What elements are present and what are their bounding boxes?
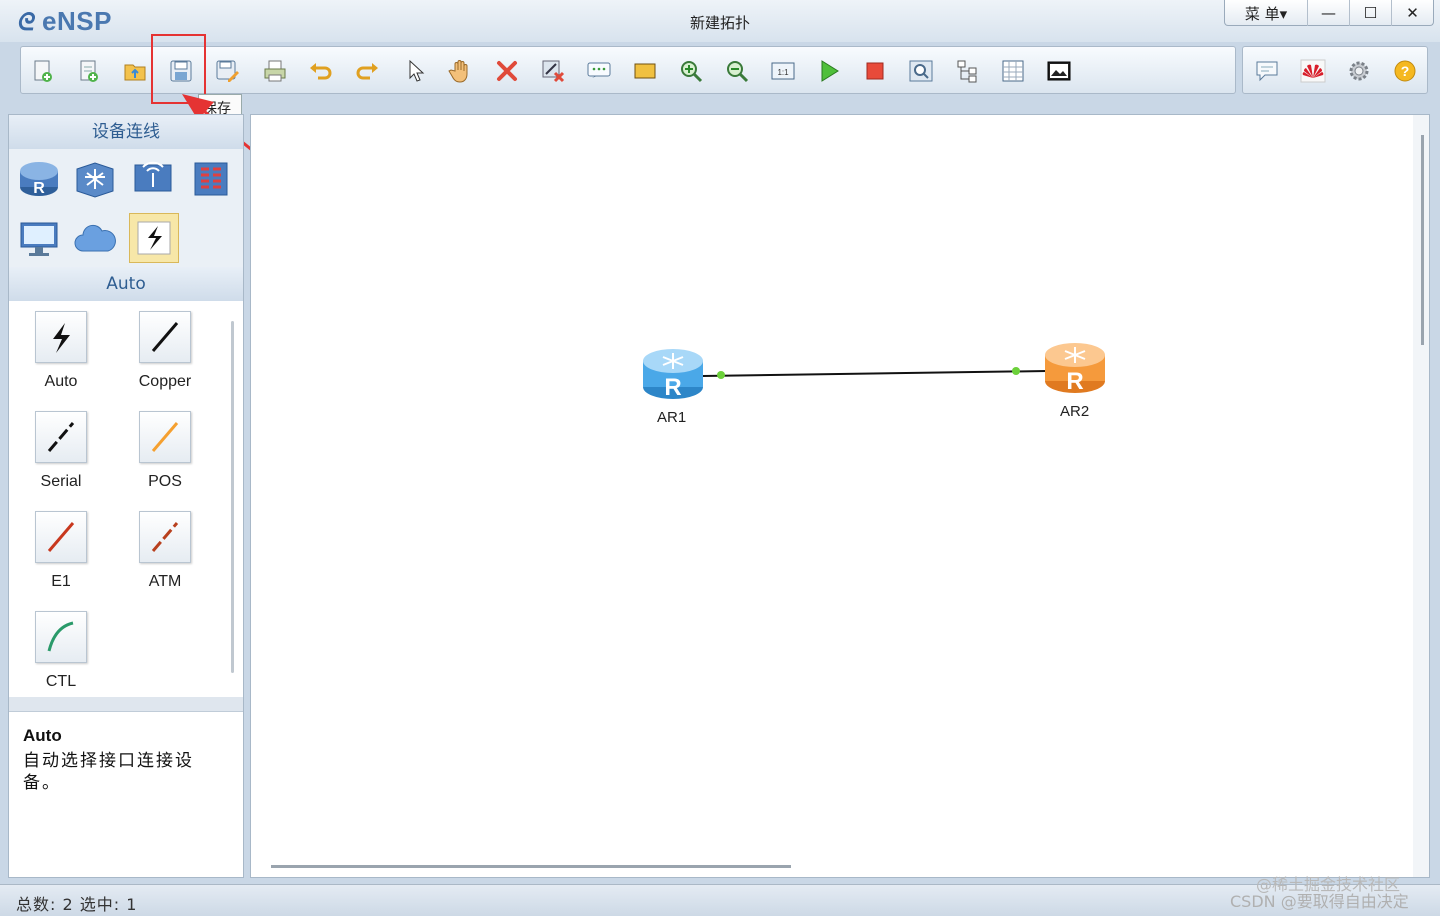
zoom-out-icon[interactable] xyxy=(723,57,751,85)
status-bar: 总数: 2 选中: 1 xyxy=(0,884,1440,916)
serial-cable-icon xyxy=(35,411,87,463)
auto-cable-icon xyxy=(35,311,87,363)
device-section-header: 设备连线 xyxy=(9,115,243,149)
topology-canvas[interactable]: R AR1 R AR2 xyxy=(250,114,1430,878)
description-title: Auto xyxy=(23,726,62,745)
cable-label: Auto xyxy=(44,373,78,390)
wireless-category-icon[interactable] xyxy=(129,155,177,203)
cable-label: E1 xyxy=(51,573,71,590)
device-category-grid: R xyxy=(9,149,243,267)
panel-splitter[interactable] xyxy=(9,697,243,711)
maximize-button[interactable]: ☐ xyxy=(1349,0,1391,26)
cable-list: Auto Copper Serial POS E1 ATM CTL xyxy=(9,301,229,697)
cable-ctl[interactable]: CTL xyxy=(21,611,101,691)
chat-icon[interactable] xyxy=(1253,57,1281,85)
cable-label: ATM xyxy=(148,573,182,590)
copper-cable-icon xyxy=(139,311,191,363)
firewall-category-icon[interactable] xyxy=(187,155,235,203)
cable-serial[interactable]: Serial xyxy=(21,411,101,491)
link-status-dot-ar1 xyxy=(717,371,725,379)
svg-text:1:1: 1:1 xyxy=(777,68,789,77)
router-ar2[interactable]: R xyxy=(1043,337,1107,399)
screenshot-icon[interactable] xyxy=(1045,57,1073,85)
cable-auto[interactable]: Auto xyxy=(21,311,101,391)
title-bar: ᘓ eNSP 新建拓扑 菜 单▾ — ☐ ✕ xyxy=(0,0,1440,42)
router-ar2-icon: R xyxy=(1045,343,1105,395)
cable-label: POS xyxy=(148,473,182,490)
huawei-logo-icon[interactable] xyxy=(1299,57,1327,85)
settings-gear-icon[interactable] xyxy=(1345,57,1373,85)
e1-cable-icon xyxy=(35,511,87,563)
window-controls: 菜 单▾ — ☐ ✕ xyxy=(1224,0,1434,26)
cable-description: Auto 自动选择接口连接设备。 xyxy=(9,711,243,877)
cable-e1[interactable]: E1 xyxy=(21,511,101,591)
cable-pos[interactable]: POS xyxy=(125,411,205,491)
link-status-dot-ar2 xyxy=(1012,367,1020,375)
device-panel: 设备连线 R Auto Auto Copper Serial POS E1 AT… xyxy=(8,114,244,878)
menu-button[interactable]: 菜 单▾ xyxy=(1225,0,1307,26)
horizontal-scrollbar[interactable] xyxy=(271,865,791,868)
cable-list-scrollbar[interactable] xyxy=(231,321,234,673)
ar1-ar2-link[interactable] xyxy=(702,370,1048,377)
router-ar2-label[interactable]: AR2 xyxy=(1060,403,1089,420)
delete-icon[interactable] xyxy=(493,57,521,85)
router-category-icon[interactable]: R xyxy=(15,155,63,203)
router-ar1-icon: R xyxy=(643,349,703,401)
router-ar1-label[interactable]: AR1 xyxy=(657,409,686,426)
cable-label: CTL xyxy=(45,673,77,690)
router-ar1[interactable]: R xyxy=(641,343,705,405)
topology-view-icon[interactable] xyxy=(953,57,981,85)
stop-devices-icon[interactable] xyxy=(861,57,889,85)
atm-cable-icon xyxy=(139,511,191,563)
description-text: 自动选择接口连接设备。 xyxy=(23,751,194,793)
ctl-cable-icon xyxy=(35,611,87,663)
switch-category-icon[interactable] xyxy=(71,155,119,203)
select-pointer-icon[interactable] xyxy=(401,57,429,85)
grid-icon[interactable] xyxy=(999,57,1027,85)
cable-label: Serial xyxy=(40,473,82,490)
status-text: 总数: 2 选中: 1 xyxy=(16,895,138,914)
svg-text:R: R xyxy=(664,374,681,401)
zoom-in-icon[interactable] xyxy=(677,57,705,85)
rectangle-icon[interactable] xyxy=(631,57,659,85)
svg-text:?: ? xyxy=(1401,63,1410,79)
cable-copper[interactable]: Copper xyxy=(125,311,205,391)
pan-hand-icon[interactable] xyxy=(447,57,475,85)
open-icon[interactable] xyxy=(121,57,149,85)
fit-window-icon[interactable]: 1:1 xyxy=(769,57,797,85)
right-toolbar: ? xyxy=(1242,46,1428,94)
capture-data-icon[interactable] xyxy=(907,57,935,85)
delete-all-links-icon[interactable] xyxy=(539,57,567,85)
close-button[interactable]: ✕ xyxy=(1391,0,1433,26)
new-example-icon[interactable] xyxy=(75,57,103,85)
minimize-button[interactable]: — xyxy=(1307,0,1349,26)
text-annotation-icon[interactable] xyxy=(585,57,613,85)
pc-category-icon[interactable] xyxy=(15,215,63,263)
cloud-category-icon[interactable] xyxy=(71,215,119,263)
link-layer xyxy=(702,367,1048,379)
cable-section-header: Auto xyxy=(9,267,243,301)
watermark-line-2: CSDN @要取得自由决定 xyxy=(1230,892,1409,911)
svg-text:R: R xyxy=(33,180,45,197)
vertical-scrollbar[interactable] xyxy=(1421,135,1424,345)
svg-text:R: R xyxy=(1066,368,1083,395)
start-devices-icon[interactable] xyxy=(815,57,843,85)
cable-atm[interactable]: ATM xyxy=(125,511,205,591)
help-icon[interactable]: ? xyxy=(1391,57,1419,85)
new-topology-icon[interactable] xyxy=(29,57,57,85)
pos-cable-icon xyxy=(139,411,191,463)
cable-label: Copper xyxy=(138,373,192,390)
redo-icon[interactable] xyxy=(353,57,381,85)
connection-category-icon[interactable] xyxy=(129,213,179,263)
